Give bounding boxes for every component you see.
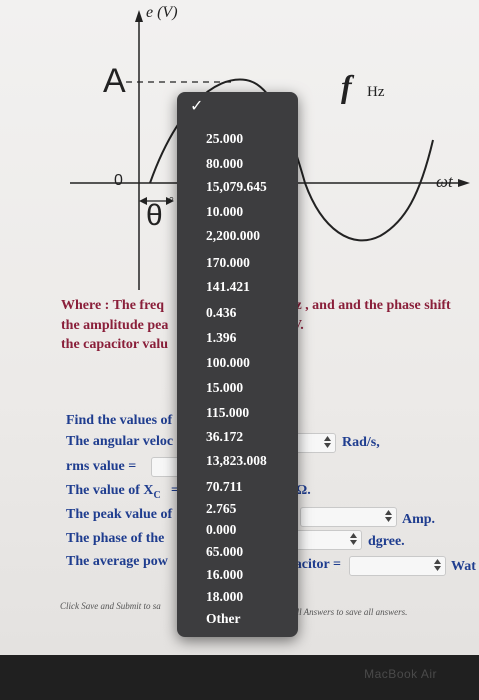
find-values-text: Find the values of (66, 413, 173, 428)
select-arrows-icon (434, 559, 441, 571)
select-arrows-icon (385, 510, 392, 522)
phase-label: The phase of the (66, 531, 165, 546)
select-arrows-icon (350, 533, 357, 545)
problem-line-1-right: Iz , and and the phase shift (290, 298, 451, 313)
dropdown-option[interactable]: 10.000 (206, 204, 243, 220)
y-axis-arrow (135, 10, 143, 22)
time-axis-label: ωt (436, 172, 453, 191)
dropdown-option[interactable]: 15,079.645 (206, 179, 267, 195)
origin-label: 0 (114, 172, 123, 189)
dropdown-option[interactable]: 70.711 (206, 479, 242, 495)
dropdown-option[interactable]: 80.000 (206, 156, 243, 172)
phase-unit: dgree. (368, 534, 405, 549)
dropdown-option[interactable]: 170.000 (206, 255, 250, 271)
dropdown-option[interactable]: 2.765 (206, 501, 236, 517)
dropdown-option[interactable]: 141.421 (206, 279, 250, 295)
dropdown-option[interactable]: 2,200.000 (206, 228, 260, 244)
xc-unit: Ω. (296, 483, 311, 498)
dropdown-option[interactable]: 13,823.008 (206, 453, 267, 469)
peak-unit: Amp. (402, 512, 436, 527)
dropdown-option[interactable]: 15.000 (206, 380, 243, 396)
angular-velocity-unit: Rad/s, (342, 435, 380, 450)
problem-line-2-left: the amplitude pea (61, 318, 169, 333)
xc-value-label: The value of XC (66, 483, 161, 501)
dropdown-option[interactable]: Other (206, 611, 241, 627)
frequency-label: f (341, 68, 352, 104)
dropdown-option[interactable]: 0.436 (206, 305, 236, 321)
peak-value-select[interactable] (300, 507, 397, 527)
dropdown-option[interactable]: 36.172 (206, 429, 243, 445)
average-power-unit: Wat (451, 559, 476, 574)
rms-value-label: rms value = (66, 459, 137, 474)
average-power-select[interactable] (349, 556, 446, 576)
phase-select[interactable] (288, 530, 362, 550)
device-label: MacBook Air (364, 667, 437, 681)
problem-line-3-left: the capacitor valu (61, 337, 169, 352)
dropdown-option[interactable]: 18.000 (206, 589, 243, 605)
amplitude-label: A (103, 62, 126, 100)
checkmark-icon: ✓ (190, 96, 204, 115)
dropdown-option[interactable]: 0.000 (206, 522, 236, 538)
phase-angle-label: θ (146, 199, 163, 232)
average-power-label: The average pow (66, 554, 168, 569)
frequency-unit: Hz (367, 84, 385, 100)
dropdown-option[interactable]: 25.000 (206, 131, 243, 147)
problem-line-1-left: Where : The freq (61, 298, 165, 313)
dropdown-option[interactable]: 115.000 (206, 405, 249, 421)
y-axis-label: e (V) (146, 4, 178, 21)
save-all-answers-note: e All Answers to save all answers. (285, 607, 408, 617)
degree-symbol: ° (169, 194, 174, 208)
peak-value-label: The peak value of (66, 507, 173, 522)
select-arrows-icon (324, 436, 331, 448)
dropdown-option[interactable]: 100.000 (206, 355, 250, 371)
save-submit-note: Click Save and Submit to sa (60, 601, 161, 611)
dropdown-option[interactable]: 65.000 (206, 544, 243, 560)
dropdown-option[interactable]: 1.396 (206, 330, 236, 346)
answer-dropdown-menu[interactable]: ✓ 25.000 80.000 15,079.645 10.000 2,200.000 1… (177, 92, 298, 637)
x-axis-arrow (458, 179, 470, 187)
dropdown-option[interactable]: 16.000 (206, 567, 243, 583)
angular-velocity-label: The angular veloc (66, 434, 174, 449)
